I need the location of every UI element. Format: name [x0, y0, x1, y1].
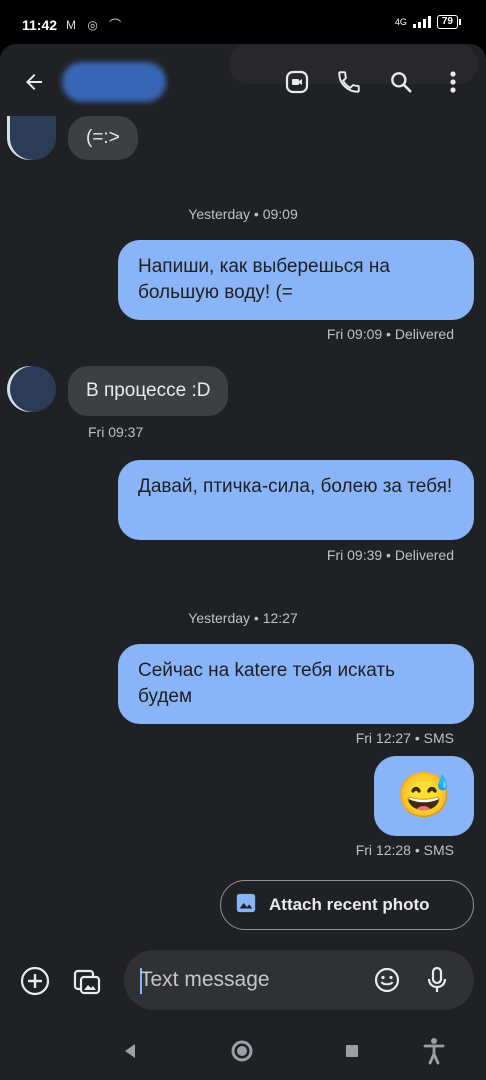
- more-vert-icon[interactable]: [434, 64, 472, 100]
- search-icon[interactable]: [382, 64, 420, 100]
- status-time: 11:42: [22, 17, 58, 33]
- outgoing-message[interactable]: Напиши, как выберешься на большую воду! …: [118, 240, 474, 320]
- outgoing-message[interactable]: Давай, птичка-сила, болею за тебя!: [118, 460, 474, 540]
- message-text: Сейчас на katere тебя искать будем: [138, 660, 396, 707]
- message-text: Давай, птичка-сила, болею за тебя!: [138, 476, 453, 497]
- image-icon: [235, 892, 257, 919]
- nav-back-icon[interactable]: [110, 1034, 150, 1068]
- video-call-icon[interactable]: [278, 64, 316, 100]
- back-arrow-icon[interactable]: [16, 64, 52, 100]
- battery-icon: 79: [436, 15, 462, 29]
- status-bar: 11:42 M ◎ ⌒ 4G 79: [0, 0, 486, 44]
- nav-recents-icon[interactable]: [332, 1034, 372, 1068]
- outgoing-message[interactable]: Сейчас на katere тебя искать будем: [118, 644, 474, 724]
- nav-home-icon[interactable]: [222, 1034, 262, 1068]
- contact-avatar[interactable]: [10, 116, 56, 160]
- message-status: Fri 12:27 • SMS: [355, 730, 454, 746]
- incoming-message[interactable]: В процессе :D: [68, 366, 229, 416]
- gallery-icon[interactable]: [68, 962, 106, 1000]
- message-text: (=:>: [86, 127, 120, 148]
- status-notification-icons: M ◎ ⌒: [66, 18, 126, 32]
- contact-avatar[interactable]: [10, 366, 56, 412]
- compose-bar: [0, 950, 486, 1012]
- messages-screen: (=:> Yesterday • 09:09 Напиши, как выбер…: [0, 44, 486, 1080]
- signal-icon: [412, 16, 431, 28]
- date-separator: Yesterday • 12:27: [188, 610, 298, 626]
- add-circle-icon[interactable]: [16, 962, 54, 1000]
- status-right-group: 4G 79: [394, 15, 462, 29]
- system-nav-bar: [0, 1020, 486, 1080]
- message-status: Fri 12:28 • SMS: [355, 842, 454, 858]
- network-type: 4G: [394, 17, 407, 27]
- contact-name[interactable]: [62, 62, 166, 102]
- message-input-container[interactable]: [124, 950, 474, 1010]
- message-status: Fri 09:39 • Delivered: [326, 547, 454, 563]
- date-separator: Yesterday • 09:09: [188, 206, 298, 222]
- emoji-icon[interactable]: [368, 961, 406, 999]
- attach-recent-photo-button[interactable]: Attach recent photo: [220, 880, 474, 930]
- accessibility-icon[interactable]: [414, 1034, 454, 1068]
- mic-icon[interactable]: [418, 961, 456, 999]
- phone-icon[interactable]: [330, 64, 368, 100]
- message-text: В процессе :D: [86, 380, 211, 401]
- conversation-header: [0, 44, 486, 116]
- message-text: Напиши, как выберешься на большую воду! …: [138, 256, 390, 303]
- message-input[interactable]: [140, 964, 360, 996]
- outgoing-emoji-message[interactable]: 😅: [374, 756, 474, 836]
- message-status: Fri 09:09 • Delivered: [326, 326, 454, 342]
- incoming-message[interactable]: (=:>: [68, 116, 138, 160]
- message-text: 😅: [396, 771, 452, 820]
- attach-label: Attach recent photo: [269, 895, 430, 914]
- header-actions: [278, 64, 472, 100]
- message-time: Fri 09:37: [88, 424, 144, 440]
